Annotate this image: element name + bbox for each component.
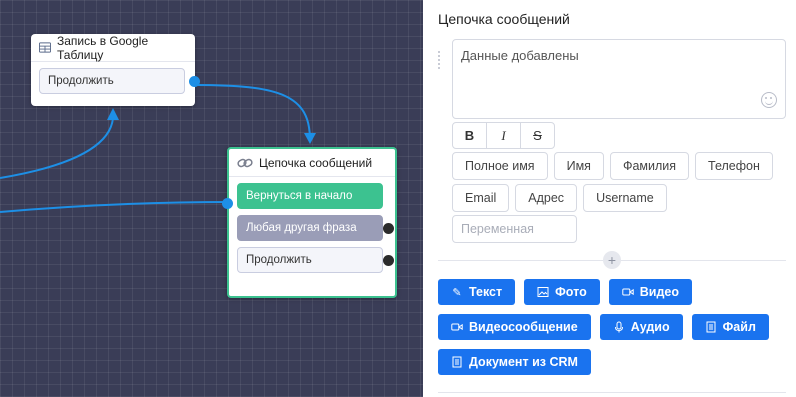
variable-full-name[interactable]: Полное имя <box>452 152 548 180</box>
output-port[interactable] <box>383 222 394 234</box>
variable-last-name[interactable]: Фамилия <box>609 152 690 180</box>
wire-offscreen-to-node1 <box>0 117 114 179</box>
variable-email[interactable]: Email <box>452 184 510 212</box>
message-textarea[interactable]: Данные добавлены <box>452 39 786 119</box>
add-text-button[interactable]: ✎ Текст <box>438 279 516 305</box>
node-message-chain[interactable]: Цепочка сообщений Вернуться в начало Люб… <box>222 147 397 298</box>
node-title: Цепочка сообщений <box>259 155 373 170</box>
file-icon <box>706 321 716 333</box>
variable-input[interactable] <box>452 215 577 243</box>
message-text: Данные добавлены <box>461 48 579 63</box>
arrowhead-node1 <box>107 108 119 120</box>
actions-row: Документ из CRM <box>438 349 591 375</box>
divider <box>438 392 786 393</box>
port-any-phrase[interactable]: Любая другая фраза <box>237 215 394 241</box>
add-file-button[interactable]: Файл <box>691 314 769 340</box>
table-icon <box>39 42 51 53</box>
pencil-icon: ✎ <box>452 286 462 299</box>
port-label: Продолжить <box>246 254 312 266</box>
video-icon <box>451 323 463 331</box>
video-icon <box>622 288 634 296</box>
add-block-button[interactable]: + <box>603 251 621 269</box>
document-icon <box>452 356 462 368</box>
wire-node1-to-node2 <box>194 84 311 141</box>
output-port[interactable] <box>383 254 394 266</box>
port-continue[interactable]: Продолжить <box>237 247 394 273</box>
variable-address[interactable]: Адрес <box>515 184 578 212</box>
drag-handle-icon[interactable] <box>437 50 441 70</box>
variable-phone[interactable]: Телефон <box>695 152 773 180</box>
node-header: Запись в Google Таблицу <box>31 34 195 62</box>
node-google-sheets[interactable]: Запись в Google Таблицу Продолжить <box>31 34 200 106</box>
microphone-icon <box>614 321 623 333</box>
flow-canvas[interactable]: Запись в Google Таблицу Продолжить Цепоч… <box>0 0 423 397</box>
arrowhead-node2 <box>304 133 316 144</box>
format-toolbar: B I S <box>452 122 555 149</box>
add-video-button[interactable]: Видео <box>608 279 692 305</box>
settings-panel: Цепочка сообщений Данные добавлены B I S… <box>423 0 796 397</box>
strikethrough-button[interactable]: S <box>520 122 555 149</box>
variable-username[interactable]: Username <box>583 184 667 212</box>
panel-title: Цепочка сообщений <box>438 11 570 27</box>
add-crm-document-button[interactable]: Документ из CRM <box>438 349 591 375</box>
add-video-message-button[interactable]: Видеосообщение <box>438 314 591 340</box>
link-icon <box>237 158 253 167</box>
port-label: Любая другая фраза <box>246 222 357 234</box>
variables-row: Полное имя Имя Фамилия Телефон <box>452 152 773 180</box>
bold-button[interactable]: B <box>452 122 487 149</box>
node-title: Запись в Google Таблицу <box>57 33 149 62</box>
image-icon <box>537 287 549 297</box>
variables-row: Email Адрес Username <box>452 184 667 212</box>
italic-button[interactable]: I <box>486 122 521 149</box>
wire-offscreen-to-node2 <box>0 201 233 213</box>
add-audio-button[interactable]: Аудио <box>599 314 683 340</box>
actions-row: ✎ Текст Фото Видео <box>438 279 692 305</box>
variable-first-name[interactable]: Имя <box>553 152 604 180</box>
add-photo-button[interactable]: Фото <box>524 279 600 305</box>
port-restart[interactable]: Вернуться в начало <box>237 183 383 209</box>
node-header: Цепочка сообщений <box>229 149 395 177</box>
port-label: Вернуться в начало <box>246 190 353 202</box>
port-continue[interactable]: Продолжить <box>39 68 200 94</box>
port-label: Продолжить <box>48 75 114 87</box>
actions-row: Видеосообщение Аудио Файл <box>438 314 769 340</box>
emoji-icon[interactable] <box>761 92 777 108</box>
output-port[interactable] <box>189 75 200 87</box>
input-port[interactable] <box>222 198 233 209</box>
